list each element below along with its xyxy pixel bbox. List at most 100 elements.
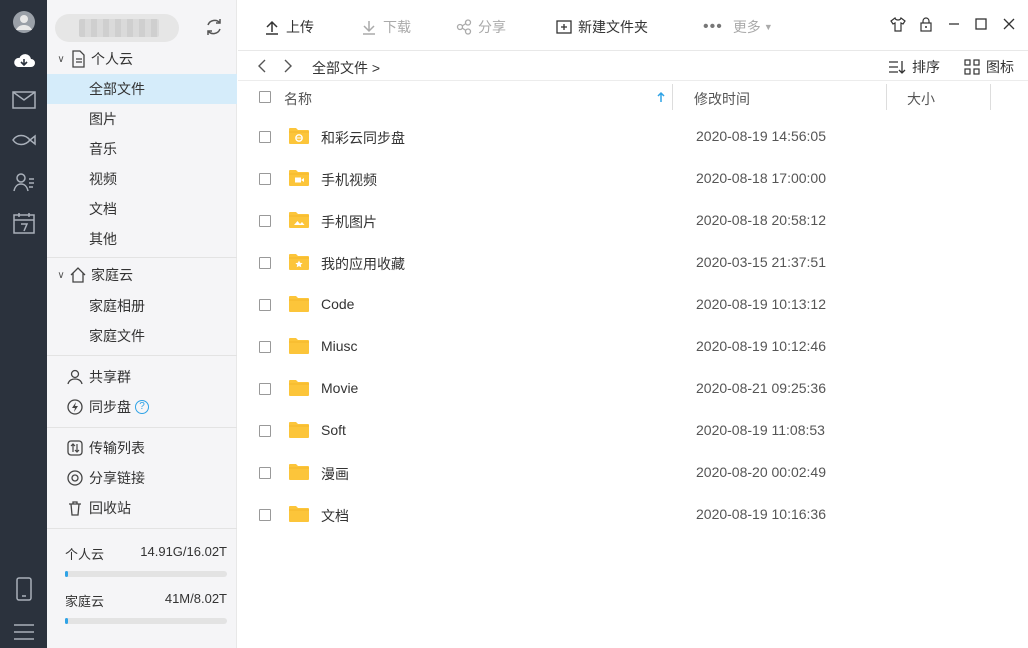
upload-button[interactable]: 上传 [264, 15, 314, 39]
column-separator[interactable] [672, 84, 673, 110]
fish-icon[interactable] [10, 126, 37, 153]
family-cloud-header[interactable]: ∨ 家庭云 [47, 260, 237, 290]
refresh-icon[interactable] [204, 17, 226, 39]
file-modified-time: 2020-08-19 10:12:46 [696, 338, 826, 354]
sidebar-item-transfer-list[interactable]: 传输列表 [47, 433, 237, 463]
cloud-icon[interactable] [10, 46, 37, 73]
quota-value: 41M/8.02T [164, 591, 227, 606]
select-all-checkbox[interactable] [259, 91, 271, 103]
chevron-down-icon: ∨ [57, 53, 65, 65]
avatar-icon[interactable] [10, 8, 37, 35]
row-checkbox[interactable] [259, 257, 271, 269]
share-group-label: 共享群 [89, 369, 131, 385]
sort-button[interactable]: 排序 [888, 57, 940, 77]
file-name[interactable]: 文档 [321, 506, 349, 526]
row-checkbox[interactable] [259, 341, 271, 353]
file-name[interactable]: 和彩云同步盘 [321, 128, 405, 148]
row-checkbox[interactable] [259, 383, 271, 395]
file-name[interactable]: 手机图片 [321, 212, 377, 232]
row-checkbox[interactable] [259, 467, 271, 479]
download-button[interactable]: 下载 [361, 15, 411, 39]
quota-bar [65, 571, 227, 577]
sidebar-item-family-album[interactable]: 家庭相册 [47, 291, 237, 321]
table-row[interactable]: 和彩云同步盘 2020-08-19 14:56:05 [238, 116, 1028, 158]
file-modified-time: 2020-08-20 00:02:49 [696, 464, 826, 480]
sidebar-item-music[interactable]: 音乐 [47, 134, 237, 164]
table-row[interactable]: 漫画 2020-08-20 00:02:49 [238, 452, 1028, 494]
file-name[interactable]: 手机视频 [321, 170, 377, 190]
sidebar-item-all-files[interactable]: 全部文件 [47, 74, 237, 104]
sidebar-item-share-links[interactable]: 分享链接 [47, 463, 237, 493]
transfer-list-label: 传输列表 [89, 440, 145, 456]
lock-icon[interactable] [916, 14, 936, 34]
user-account-pill[interactable] [55, 14, 179, 42]
forward-arrow-icon[interactable] [278, 56, 298, 76]
column-size-header[interactable]: 大小 [907, 89, 935, 109]
skin-icon[interactable] [888, 14, 908, 34]
new-folder-label: 新建文件夹 [578, 19, 648, 35]
grid-icon [964, 59, 980, 75]
personal-cloud-header[interactable]: ∨ 个人云 [47, 44, 237, 74]
sidebar-item-other[interactable]: 其他 [47, 224, 237, 254]
file-name[interactable]: Soft [321, 422, 346, 438]
recycle-bin-label: 回收站 [89, 500, 131, 516]
breadcrumb[interactable]: 全部文件 > [312, 58, 380, 78]
file-modified-time: 2020-03-15 21:37:51 [696, 254, 826, 270]
back-arrow-icon[interactable] [252, 56, 272, 76]
table-row[interactable]: Movie 2020-08-21 09:25:36 [238, 368, 1028, 410]
sidebar-item-videos[interactable]: 视频 [47, 164, 237, 194]
share-icon [456, 19, 472, 35]
column-separator[interactable] [990, 84, 991, 110]
file-modified-time: 2020-08-19 10:13:12 [696, 296, 826, 312]
row-checkbox[interactable] [259, 131, 271, 143]
sidebar-item-recycle-bin[interactable]: 回收站 [47, 493, 237, 523]
table-row[interactable]: 文档 2020-08-19 10:16:36 [238, 494, 1028, 536]
sidebar-item-sync-disk[interactable]: 同步盘 ? [47, 392, 237, 422]
table-row[interactable]: Code 2020-08-19 10:13:12 [238, 284, 1028, 326]
link-icon [67, 470, 83, 486]
file-name[interactable]: 我的应用收藏 [321, 254, 405, 274]
help-icon[interactable]: ? [135, 400, 149, 414]
row-checkbox[interactable] [259, 509, 271, 521]
column-name-header[interactable]: 名称 [284, 89, 312, 109]
calendar-icon[interactable] [10, 209, 37, 236]
mail-icon[interactable] [10, 86, 37, 113]
table-row[interactable]: Miusc 2020-08-19 10:12:46 [238, 326, 1028, 368]
maximize-icon[interactable] [971, 14, 991, 34]
minimize-icon[interactable] [944, 14, 964, 34]
sync-icon [67, 399, 83, 415]
phone-icon[interactable] [10, 575, 37, 602]
row-checkbox[interactable] [259, 425, 271, 437]
table-row[interactable]: Soft 2020-08-19 11:08:53 [238, 410, 1028, 452]
close-icon[interactable] [999, 14, 1019, 34]
view-toggle-button[interactable]: 图标 [964, 57, 1014, 77]
file-name[interactable]: Movie [321, 380, 358, 396]
menu-icon[interactable] [10, 618, 37, 645]
table-row[interactable]: 手机图片 2020-08-18 20:58:12 [238, 200, 1028, 242]
file-name[interactable]: Miusc [321, 338, 358, 354]
table-row[interactable]: 手机视频 2020-08-18 17:00:00 [238, 158, 1028, 200]
more-button[interactable]: ••• 更多 ▼ [703, 15, 773, 39]
file-name[interactable]: Code [321, 296, 354, 312]
share-button[interactable]: 分享 [456, 15, 506, 39]
table-row[interactable]: 我的应用收藏 2020-03-15 21:37:51 [238, 242, 1028, 284]
file-name[interactable]: 漫画 [321, 464, 349, 484]
sidebar-item-share-group[interactable]: 共享群 [47, 362, 237, 392]
personal-quota: 个人云 14.91G/16.02T [65, 544, 227, 577]
person-icon [67, 369, 83, 385]
sidebar-item-pictures[interactable]: 图片 [47, 104, 237, 134]
quota-label: 家庭云 [65, 594, 105, 609]
row-checkbox[interactable] [259, 299, 271, 311]
sidebar-item-family-files[interactable]: 家庭文件 [47, 321, 237, 351]
quota-fill [65, 618, 69, 624]
row-checkbox[interactable] [259, 173, 271, 185]
sync-disk-label: 同步盘 [89, 399, 131, 415]
new-folder-icon [556, 20, 572, 34]
row-checkbox[interactable] [259, 215, 271, 227]
new-folder-button[interactable]: 新建文件夹 [556, 15, 648, 39]
contacts-icon[interactable] [10, 168, 37, 195]
share-links-label: 分享链接 [89, 470, 145, 486]
column-separator[interactable] [886, 84, 887, 110]
column-modified-header[interactable]: 修改时间 [694, 89, 750, 109]
sidebar-item-documents[interactable]: 文档 [47, 194, 237, 224]
